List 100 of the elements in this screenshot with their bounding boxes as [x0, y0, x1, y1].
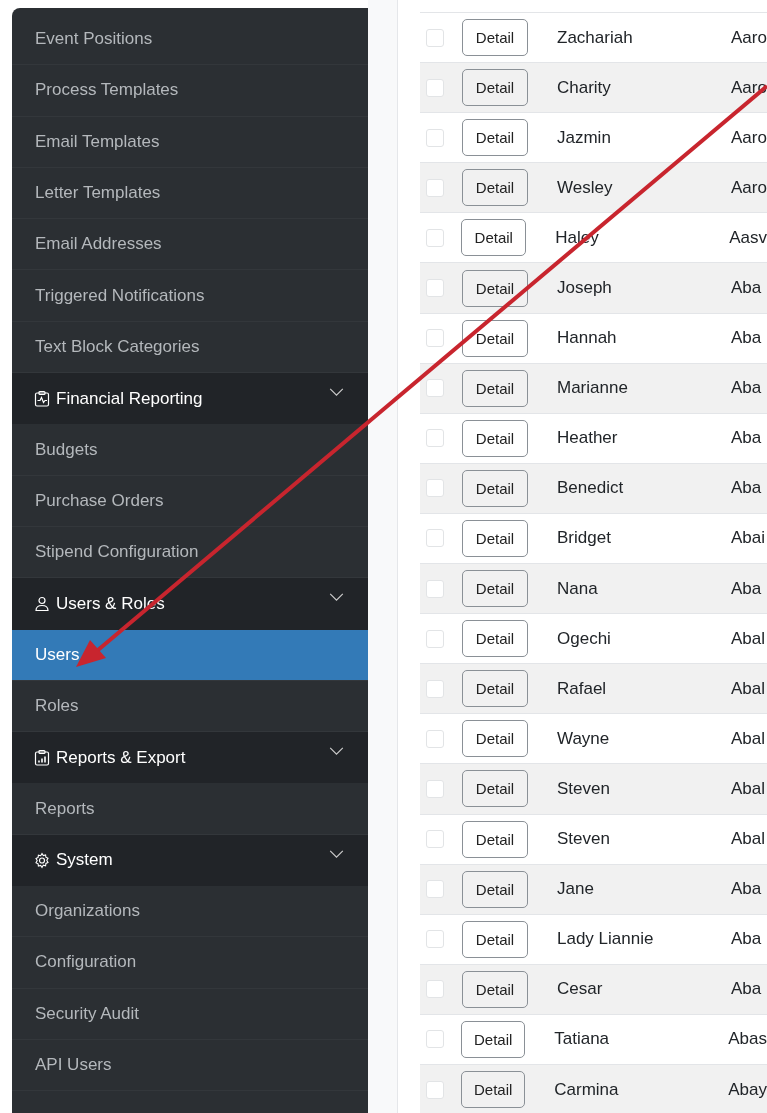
- section-label: Financial Reporting: [56, 388, 204, 409]
- table-cell-text: Zachariah: [556, 27, 634, 48]
- row-checkbox[interactable]: [426, 228, 444, 247]
- row-checkbox[interactable]: [426, 429, 444, 448]
- table-cell-text: Joseph: [556, 278, 613, 298]
- row-checkbox[interactable]: [426, 679, 444, 698]
- chart-clipboard-icon: [34, 390, 50, 408]
- detail-button[interactable]: Detail: [461, 219, 527, 257]
- table-cell-text: Wesley: [556, 177, 614, 198]
- table-cell: Aba: [731, 478, 762, 499]
- table-cell-text: Rafael: [556, 678, 608, 699]
- row-checkbox[interactable]: [426, 930, 444, 949]
- row-checkbox[interactable]: [426, 629, 444, 648]
- detail-button[interactable]: Detail: [462, 469, 528, 507]
- table-cell-text: Nana: [556, 578, 599, 599]
- table-cell: Aaro: [731, 177, 767, 198]
- table-cell-text: Marianne: [556, 378, 629, 399]
- table-cell-text: Jane: [556, 879, 595, 900]
- settings-icon: [34, 851, 50, 869]
- detail-button[interactable]: Detail: [462, 970, 528, 1008]
- row-checkbox[interactable]: [426, 279, 444, 297]
- table-cell: Aasv: [729, 227, 767, 248]
- table-cell-text: Bridget: [556, 528, 612, 549]
- row-checkbox[interactable]: [426, 479, 444, 498]
- row-checkbox[interactable]: [426, 529, 444, 548]
- detail-button[interactable]: Detail: [462, 119, 528, 157]
- row-checkbox[interactable]: [426, 830, 444, 849]
- detail-button[interactable]: Detail: [462, 369, 528, 407]
- table-cell-text: Carmina: [553, 1079, 620, 1100]
- detail-button[interactable]: Detail: [461, 1071, 526, 1108]
- row-checkbox[interactable]: [426, 329, 444, 348]
- row-checkbox[interactable]: [426, 980, 444, 999]
- row-checkbox[interactable]: [426, 1080, 444, 1099]
- table-cell-text: Steven: [556, 829, 611, 850]
- person-icon: [34, 595, 50, 613]
- table-cell: Abal: [731, 829, 766, 850]
- detail-button[interactable]: Detail: [462, 169, 528, 207]
- row-checkbox[interactable]: [426, 779, 444, 798]
- detail-button[interactable]: Detail: [462, 319, 528, 357]
- section-label: System: [56, 850, 114, 871]
- table-cell: Aba: [731, 578, 762, 599]
- table-cell-text: Charity: [556, 77, 612, 98]
- detail-button[interactable]: Detail: [462, 419, 528, 457]
- table-cell-text: Tatiana: [553, 1029, 611, 1050]
- detail-button[interactable]: Detail: [462, 520, 528, 557]
- table-cell: Abas: [728, 1029, 767, 1050]
- detail-button[interactable]: Detail: [461, 1020, 526, 1058]
- table-cell-text: Steven: [556, 778, 611, 799]
- row-checkbox[interactable]: [426, 1030, 444, 1049]
- detail-button[interactable]: Detail: [462, 820, 528, 858]
- detail-button[interactable]: Detail: [462, 269, 528, 307]
- table-cell: Aaro: [731, 27, 767, 48]
- sidebar-section-header[interactable]: Reports & Export: [12, 732, 368, 784]
- detail-button[interactable]: Detail: [462, 720, 528, 758]
- table-cell: Abal: [731, 728, 766, 749]
- row-checkbox[interactable]: [426, 178, 444, 197]
- table-cell-text: Heather: [556, 428, 619, 449]
- detail-button[interactable]: Detail: [462, 920, 528, 958]
- row-checkbox[interactable]: [426, 128, 444, 147]
- row-checkbox[interactable]: [426, 379, 444, 398]
- chevron-down-icon: [329, 849, 344, 859]
- detail-button[interactable]: Detail: [462, 670, 528, 708]
- table-cell: Aba: [731, 929, 762, 950]
- sidebar-section-header[interactable]: Financial Reporting: [12, 373, 368, 425]
- table-cell-text: Lady Liannie: [556, 929, 655, 950]
- table-cell: Aba: [731, 278, 762, 298]
- table-cell: Aba: [731, 979, 762, 1000]
- table-cell: Abal: [731, 778, 766, 799]
- table-cell-text: Hannah: [556, 328, 618, 349]
- row-checkbox[interactable]: [426, 579, 444, 598]
- detail-button[interactable]: Detail: [462, 620, 528, 658]
- detail-button[interactable]: Detail: [462, 19, 528, 57]
- chevron-down-icon: [329, 593, 344, 603]
- section-label: Reports & Export: [56, 747, 187, 768]
- table-cell: Aaro: [731, 127, 767, 148]
- detail-button[interactable]: Detail: [462, 69, 528, 107]
- chevron-down-icon: [329, 747, 344, 757]
- table-cell: Aba: [731, 328, 762, 349]
- table-cell: Abai: [731, 528, 766, 549]
- detail-button[interactable]: Detail: [462, 570, 528, 608]
- row-checkbox[interactable]: [426, 28, 444, 47]
- table-cell: Abal: [731, 628, 766, 649]
- detail-button[interactable]: Detail: [462, 870, 528, 908]
- table-cell: Aba: [731, 378, 762, 399]
- table-cell: Aba: [731, 879, 762, 900]
- detail-button[interactable]: Detail: [462, 770, 528, 808]
- table-cell: Aba: [731, 428, 762, 449]
- sidebar-item[interactable]: Users: [12, 629, 368, 681]
- table-cell-text: Wayne: [556, 728, 611, 749]
- row-checkbox[interactable]: [426, 880, 444, 899]
- bar-chart-clipboard-icon: [34, 749, 50, 767]
- table-cell-text: Ogechi: [556, 628, 612, 649]
- table-cell-text: Jazmin: [556, 127, 612, 148]
- table-cell-text: Cesar: [556, 979, 604, 1000]
- row-checkbox[interactable]: [426, 729, 444, 748]
- chevron-down-icon: [329, 388, 344, 398]
- table-cell-text: Benedict: [556, 478, 625, 499]
- table-cell: Abay: [728, 1079, 767, 1100]
- sidebar-section-header[interactable]: System: [12, 834, 368, 887]
- row-checkbox[interactable]: [426, 78, 444, 97]
